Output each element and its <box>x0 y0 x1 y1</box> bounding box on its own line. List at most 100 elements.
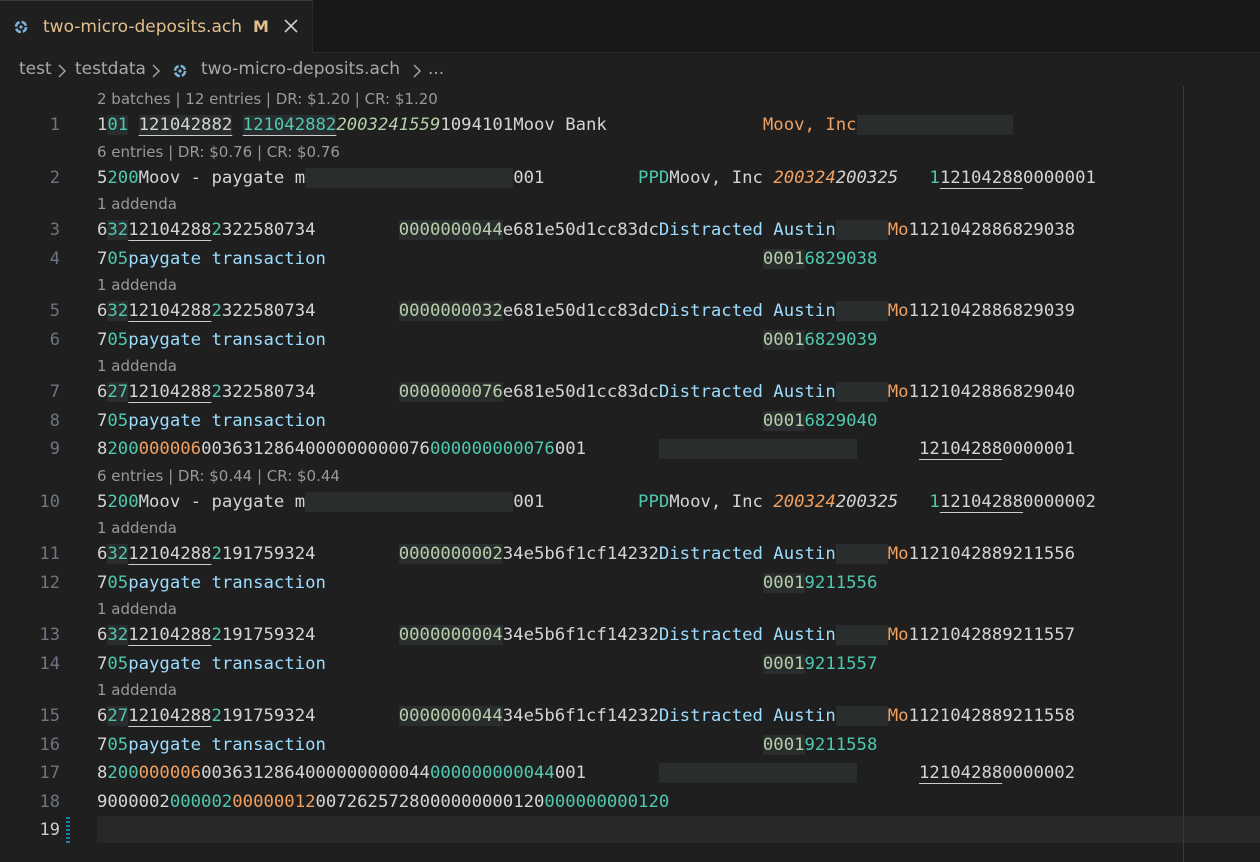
code-token: e681e50d1cc83dc <box>502 220 659 240</box>
code-line[interactable]: 705paygate transaction 00019211557 <box>97 653 877 675</box>
code-token: 001 <box>554 439 587 459</box>
code-line[interactable]: 5200Moov - paygate m 001 PPDMoov, Inc 20… <box>97 167 1096 189</box>
code-token: 1 <box>97 115 108 135</box>
code-token: 0000000076 <box>398 382 503 402</box>
breadcrumb-item-more[interactable]: ... <box>428 59 444 79</box>
code-token: Moov - paygate m <box>138 492 306 512</box>
code-line[interactable]: 705paygate transaction 00016829038 <box>97 248 877 270</box>
code-token: paygate transaction <box>128 735 326 755</box>
code-token: 000000000044 <box>429 763 555 783</box>
codelens-addenda[interactable]: 1 addenda <box>97 276 177 294</box>
codelens-addenda[interactable]: 1 addenda <box>97 519 177 537</box>
code-line[interactable]: 632121042882191759324 000000000234e5b6f1… <box>97 543 1075 565</box>
code-token: 9211556 <box>804 573 878 593</box>
code-token: 6 <box>97 382 108 402</box>
line-number: 3 <box>49 220 60 240</box>
code-token: 191759324 <box>221 706 316 726</box>
code-token: Mo <box>887 625 909 645</box>
code-token: 05 <box>107 249 129 269</box>
code-line[interactable]: 5200Moov - paygate m 001 PPDMoov, Inc 20… <box>97 491 1096 513</box>
code-token: 1 <box>908 220 919 240</box>
close-icon[interactable] <box>280 15 302 37</box>
code-editor[interactable]: 2 batches | 12 entries | DR: $1.20 | CR:… <box>0 86 1260 862</box>
line-number: 8 <box>49 411 60 431</box>
code-token: 322580734 <box>221 301 316 321</box>
code-token: 05 <box>107 411 129 431</box>
code-token: 2003241559 <box>336 115 441 135</box>
codelens-addenda[interactable]: 1 addenda <box>97 681 177 699</box>
codelens-batch-summary[interactable]: 6 entries | DR: $0.76 | CR: $0.76 <box>97 143 340 161</box>
code-line[interactable]: 627121042882322580734 0000000076e681e50d… <box>97 381 1075 403</box>
line-number: 14 <box>39 654 60 674</box>
code-token: 00000012 <box>232 792 316 812</box>
code-line[interactable]: 632121042882322580734 0000000032e681e50d… <box>97 300 1075 322</box>
code-token: 000000000120 <box>419 792 545 812</box>
code-token: 1 <box>908 382 919 402</box>
code-token: 000000000044 <box>305 763 430 783</box>
code-token: Distracted Austin <box>658 544 836 564</box>
code-token: 200325 <box>835 492 899 512</box>
code-token: 2 <box>211 706 222 726</box>
code-token: 121042882 <box>138 115 233 135</box>
breadcrumb-item-test[interactable]: test <box>19 59 52 79</box>
code-token: 2 <box>211 220 222 240</box>
code-token: 6 <box>97 706 108 726</box>
breadcrumb-item-testdata[interactable]: testdata <box>75 59 146 79</box>
line-number: 10 <box>39 492 60 512</box>
code-line[interactable]: 632121042882322580734 0000000044e681e50d… <box>97 219 1075 241</box>
codelens-addenda[interactable]: 1 addenda <box>97 195 177 213</box>
code-token: 001 <box>513 168 545 188</box>
code-line[interactable]: 705paygate transaction 00016829040 <box>97 410 877 432</box>
codelens-addenda[interactable]: 1 addenda <box>97 357 177 375</box>
code-token: paygate transaction <box>128 249 326 269</box>
code-token: 12104288 <box>939 168 1024 188</box>
code-token: PPD <box>638 492 670 512</box>
code-token: paygate transaction <box>128 654 326 674</box>
code-line[interactable]: 101 121042882 12104288220032415591094101… <box>97 114 1013 136</box>
line-number: 6 <box>49 330 60 350</box>
code-line[interactable]: 8200000006003631286400000000004400000000… <box>97 762 1075 784</box>
breadcrumb-item-file[interactable]: two-micro-deposits.ach <box>201 59 400 79</box>
code-line[interactable]: 627121042882191759324 000000004434e5b6f1… <box>97 705 1075 727</box>
code-token: 5 <box>97 168 108 188</box>
code-token <box>835 220 888 240</box>
code-token: 0001 <box>762 249 805 269</box>
code-token: 0001 <box>762 573 805 593</box>
codelens-file-summary[interactable]: 2 batches | 12 entries | DR: $1.20 | CR:… <box>97 90 438 108</box>
codelens-batch-summary[interactable]: 6 entries | DR: $0.44 | CR: $0.44 <box>97 467 340 485</box>
code-token: 34e5b6f1cf14232 <box>502 544 659 564</box>
modified-indicator: M <box>253 17 269 36</box>
code-line[interactable]: 8200000006003631286400000000007600000000… <box>97 438 1075 460</box>
code-token: 6829038 <box>804 249 878 269</box>
code-token <box>658 763 857 783</box>
code-line[interactable]: 632121042882191759324 000000000434e5b6f1… <box>97 624 1075 646</box>
code-token: 12104288 <box>128 220 212 240</box>
code-token: 1 <box>908 544 919 564</box>
code-line[interactable]: 705paygate transaction 00016829039 <box>97 329 877 351</box>
code-line[interactable]: 705paygate transaction 00019211558 <box>97 734 877 756</box>
code-token: 0000000044 <box>398 220 503 240</box>
code-token: 0001 <box>762 735 805 755</box>
line-number: 13 <box>39 625 60 645</box>
codelens-addenda[interactable]: 1 addenda <box>97 600 177 618</box>
code-token: 9 <box>97 792 108 812</box>
code-token: 27 <box>107 382 129 402</box>
code-token: 32 <box>107 220 129 240</box>
tab-two-micro-deposits[interactable]: two-micro-deposits.ach M <box>0 0 313 53</box>
code-line[interactable]: 705paygate transaction 00019211556 <box>97 572 877 594</box>
code-token: 32 <box>107 544 129 564</box>
code-token: 32 <box>107 625 129 645</box>
line-number: 5 <box>49 301 60 321</box>
code-token: 12104288 <box>128 706 212 726</box>
code-line[interactable]: 9000002000002000000120072625728000000000… <box>97 791 669 813</box>
line-number: 18 <box>39 792 60 812</box>
